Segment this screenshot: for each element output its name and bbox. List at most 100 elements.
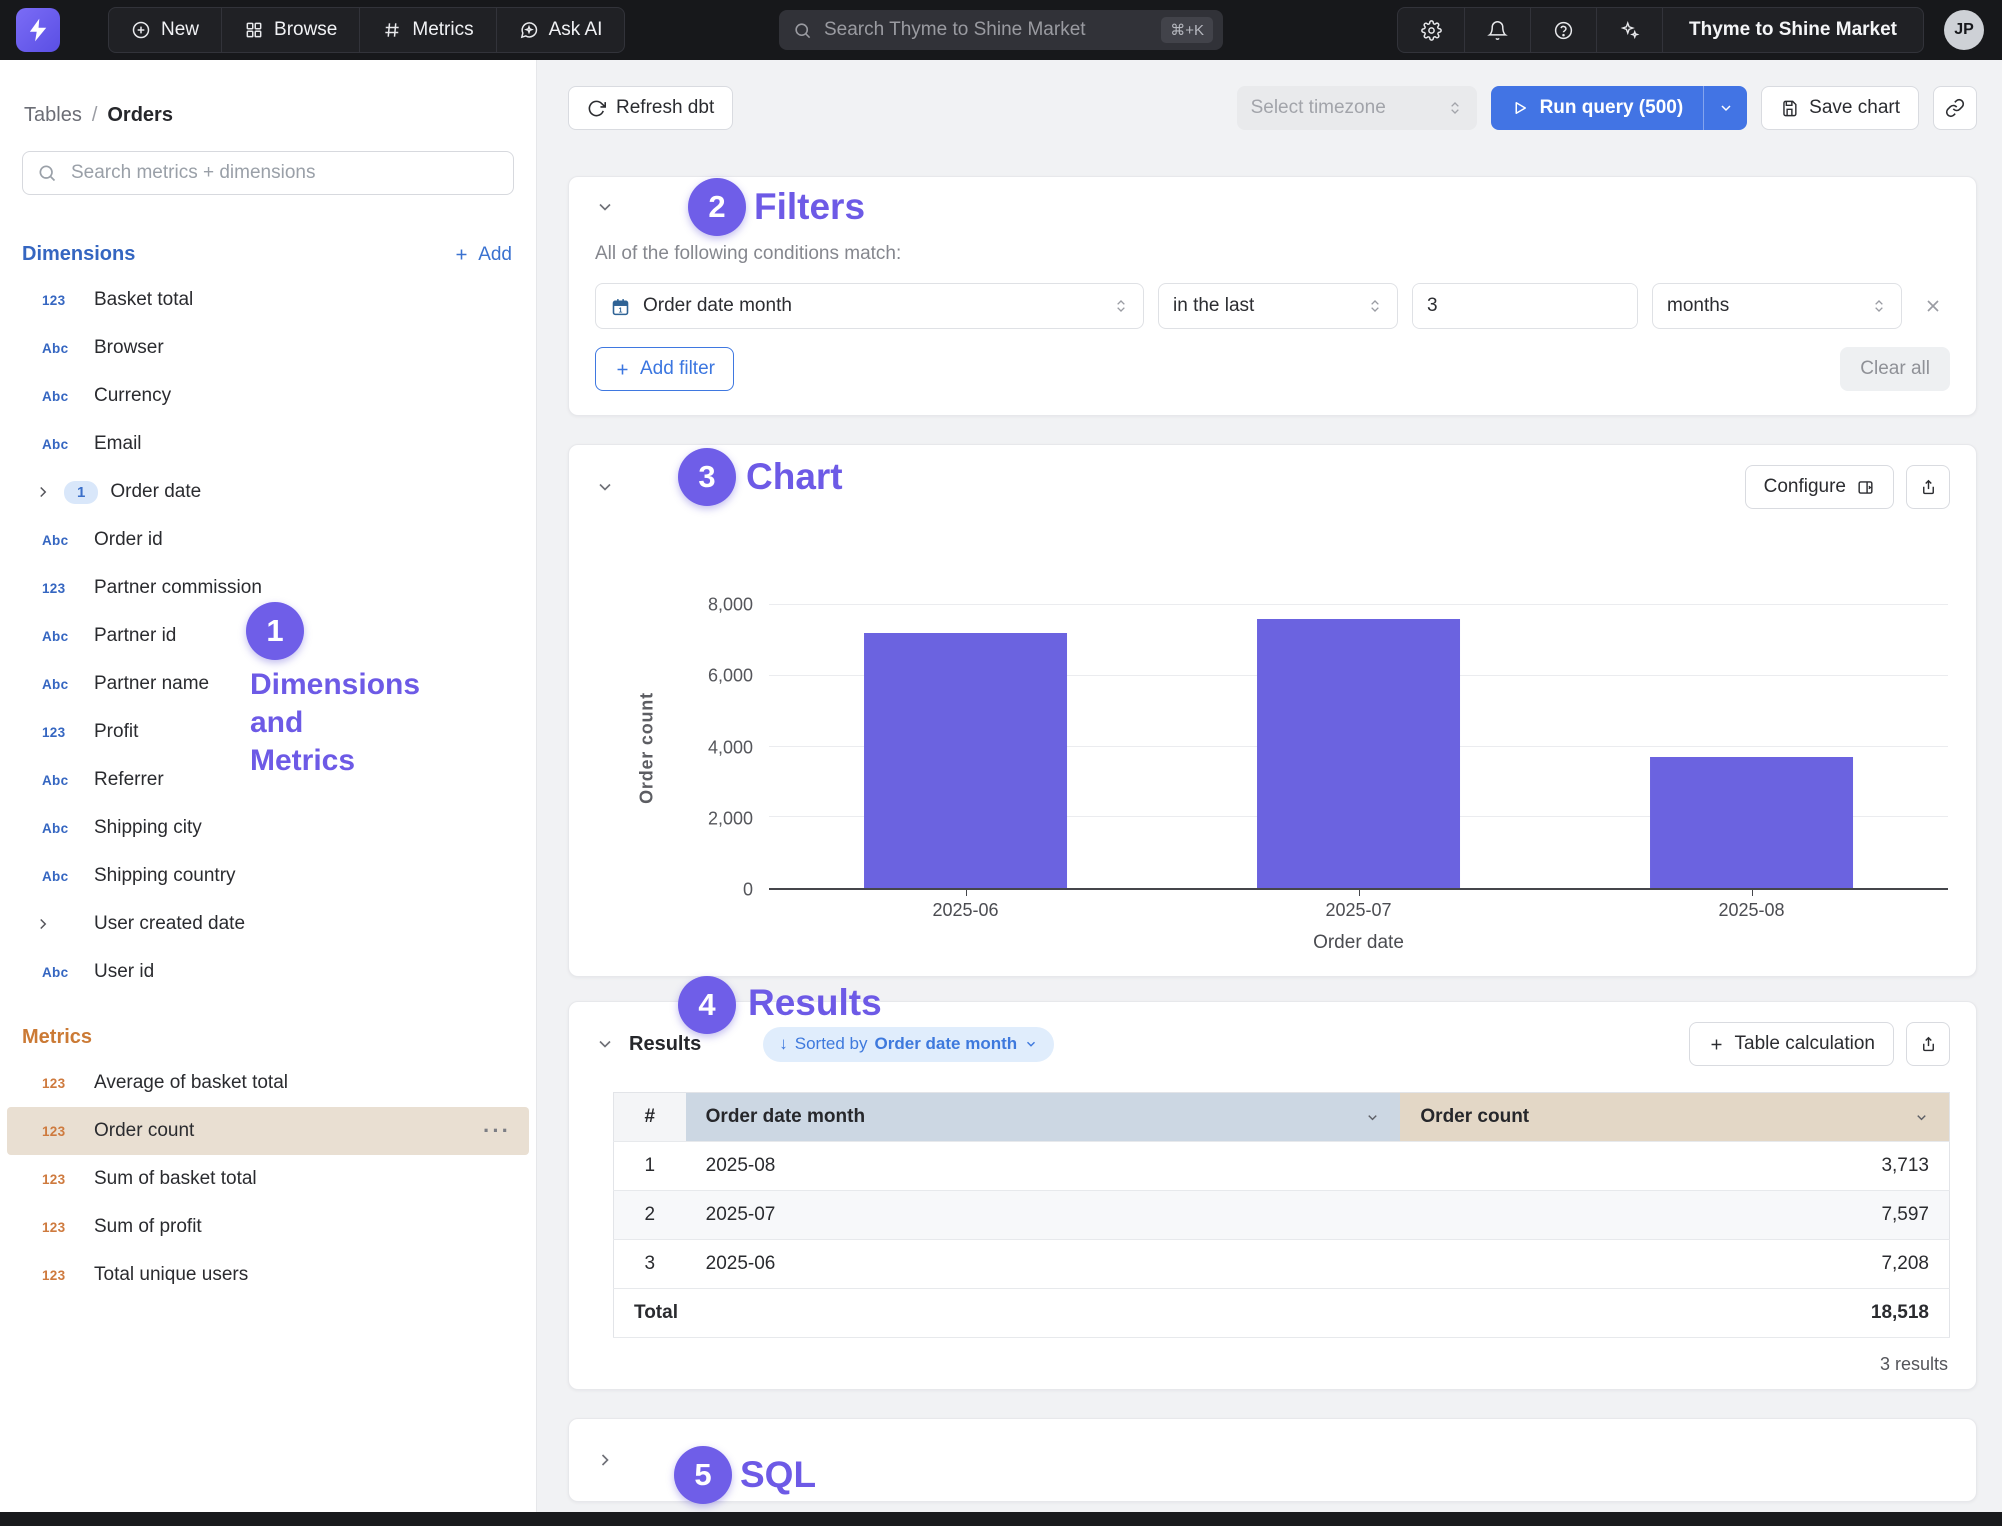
chart-x-labels: 2025-062025-072025-08 bbox=[769, 890, 1948, 924]
chevron-down-icon bbox=[1718, 100, 1734, 116]
global-search-input[interactable] bbox=[822, 18, 1151, 42]
project-switcher[interactable]: Thyme to Shine Market bbox=[1662, 8, 1923, 52]
column-header-order-count[interactable]: Order count bbox=[1400, 1093, 1949, 1142]
plus-icon bbox=[614, 361, 631, 378]
share-link-button[interactable] bbox=[1933, 86, 1977, 130]
number-type-icon: 123 bbox=[42, 293, 78, 308]
results-title: Results bbox=[629, 1033, 701, 1056]
dimension-item[interactable]: 123Profit bbox=[0, 708, 536, 756]
number-type-icon: 123 bbox=[42, 1172, 78, 1187]
hash-icon bbox=[382, 20, 402, 40]
global-search[interactable]: ⌘+K bbox=[779, 10, 1223, 50]
table-row[interactable]: 2 2025-07 7,597 bbox=[614, 1191, 1950, 1240]
dimension-item[interactable]: AbcShipping city bbox=[0, 804, 536, 852]
bar-2025-07[interactable] bbox=[1257, 619, 1461, 888]
remove-filter-button[interactable] bbox=[1916, 289, 1950, 323]
filter-rule-row: 1 Order date month in the last bbox=[595, 283, 1950, 329]
settings-button[interactable] bbox=[1398, 8, 1464, 52]
dimension-item[interactable]: AbcEmail bbox=[0, 420, 536, 468]
fields-search-input[interactable] bbox=[69, 161, 499, 185]
bar-2025-08[interactable] bbox=[1650, 757, 1854, 888]
save-icon bbox=[1780, 99, 1799, 118]
collapse-filters-icon[interactable] bbox=[595, 197, 615, 217]
filter-field-select[interactable]: 1 Order date month bbox=[595, 283, 1144, 329]
dimension-item[interactable]: AbcBrowser bbox=[0, 324, 536, 372]
app-logo[interactable] bbox=[16, 8, 60, 52]
breadcrumb-tables-link[interactable]: Tables bbox=[24, 104, 82, 126]
dimension-item[interactable]: AbcPartner id bbox=[0, 612, 536, 660]
chevron-down-icon bbox=[1365, 1110, 1380, 1125]
main-panel: Refresh dbt Select timezone Run query (5… bbox=[537, 60, 2002, 1512]
dimension-item[interactable]: 123Partner commission bbox=[0, 564, 536, 612]
dimension-item[interactable]: AbcPartner name bbox=[0, 660, 536, 708]
column-header-order-date-month[interactable]: Order date month bbox=[686, 1093, 1401, 1142]
dimension-item[interactable]: 123Basket total bbox=[0, 276, 536, 324]
metric-item[interactable]: 123Sum of basket total bbox=[0, 1155, 536, 1203]
metric-item[interactable]: 123Total unique users bbox=[0, 1251, 536, 1299]
bar-2025-06[interactable] bbox=[864, 633, 1068, 888]
chart-plot[interactable] bbox=[769, 605, 1948, 890]
notifications-button[interactable] bbox=[1464, 8, 1530, 52]
collapse-chart-icon[interactable] bbox=[595, 477, 615, 497]
clear-all-filters-button[interactable]: Clear all bbox=[1840, 347, 1950, 391]
help-circle-icon bbox=[1553, 20, 1574, 41]
export-chart-button[interactable] bbox=[1906, 465, 1950, 509]
number-type-icon: 123 bbox=[42, 581, 78, 596]
user-avatar[interactable]: JP bbox=[1944, 10, 1984, 50]
new-button[interactable]: New bbox=[109, 8, 221, 52]
number-type-icon: 123 bbox=[42, 1220, 78, 1235]
configure-chart-button[interactable]: Configure bbox=[1745, 465, 1894, 509]
sorted-by-badge[interactable]: ↓ Sorted by Order date month bbox=[763, 1027, 1054, 1062]
dimension-item[interactable]: AbcShipping country bbox=[0, 852, 536, 900]
filter-operator-select[interactable]: in the last bbox=[1158, 283, 1398, 329]
dimension-group-user-created-date[interactable]: User created date bbox=[0, 900, 536, 948]
dimension-item[interactable]: AbcCurrency bbox=[0, 372, 536, 420]
results-count: 3 results bbox=[569, 1354, 1948, 1375]
column-header-index[interactable]: # bbox=[614, 1093, 686, 1142]
help-button[interactable] bbox=[1530, 8, 1596, 52]
more-options-icon[interactable]: ··· bbox=[483, 1118, 511, 1144]
string-type-icon: Abc bbox=[42, 533, 78, 548]
export-results-button[interactable] bbox=[1906, 1022, 1950, 1066]
dimension-item[interactable]: AbcUser id bbox=[0, 948, 536, 996]
dimension-group-order-date[interactable]: 1 Order date bbox=[0, 468, 536, 516]
add-dimension-button[interactable]: Add bbox=[453, 244, 512, 266]
gridline bbox=[769, 604, 1948, 605]
table-calculation-button[interactable]: Table calculation bbox=[1689, 1022, 1894, 1066]
browse-button[interactable]: Browse bbox=[221, 8, 359, 52]
play-icon bbox=[1511, 99, 1529, 117]
select-chevrons-icon bbox=[1113, 298, 1129, 314]
table-row[interactable]: 1 2025-08 3,713 bbox=[614, 1142, 1950, 1191]
collapse-results-icon[interactable] bbox=[595, 1034, 615, 1054]
explore-sidebar: Tables/Orders Dimensions Add 123Basket t… bbox=[0, 60, 537, 1512]
export-icon bbox=[1919, 1035, 1938, 1054]
ask-ai-button[interactable]: Ask AI bbox=[496, 8, 625, 52]
string-type-icon: Abc bbox=[42, 389, 78, 404]
run-query-button[interactable]: Run query (500) bbox=[1491, 86, 1704, 130]
metrics-button[interactable]: Metrics bbox=[359, 8, 495, 52]
add-filter-button[interactable]: Add filter bbox=[595, 347, 734, 391]
whats-new-button[interactable] bbox=[1596, 8, 1662, 52]
metric-item-selected[interactable]: 123 Order count ··· bbox=[7, 1107, 529, 1155]
plus-circle-icon bbox=[131, 20, 151, 40]
filter-value-input[interactable] bbox=[1413, 284, 1638, 328]
refresh-dbt-button[interactable]: Refresh dbt bbox=[568, 86, 733, 130]
window-bottom-edge bbox=[0, 1512, 2002, 1526]
save-chart-button[interactable]: Save chart bbox=[1761, 86, 1919, 130]
dimension-item[interactable]: AbcReferrer bbox=[0, 756, 536, 804]
metric-item[interactable]: 123Average of basket total bbox=[0, 1059, 536, 1107]
metric-item[interactable]: 123Sum of profit bbox=[0, 1203, 536, 1251]
fields-search[interactable] bbox=[22, 151, 514, 195]
dimension-item[interactable]: AbcOrder id bbox=[0, 516, 536, 564]
grid-icon bbox=[244, 20, 264, 40]
timezone-select[interactable]: Select timezone bbox=[1237, 86, 1477, 130]
total-value: 18,518 bbox=[1400, 1289, 1949, 1338]
run-query-options-button[interactable] bbox=[1703, 86, 1747, 130]
table-row[interactable]: 3 2025-06 7,208 bbox=[614, 1240, 1950, 1289]
breadcrumb: Tables/Orders bbox=[0, 104, 536, 127]
number-type-icon: 123 bbox=[42, 725, 78, 740]
expand-sql-icon[interactable] bbox=[595, 1450, 615, 1470]
active-field-count-badge: 1 bbox=[64, 481, 98, 504]
select-chevrons-icon bbox=[1447, 100, 1463, 116]
filter-unit-select[interactable]: months bbox=[1652, 283, 1902, 329]
